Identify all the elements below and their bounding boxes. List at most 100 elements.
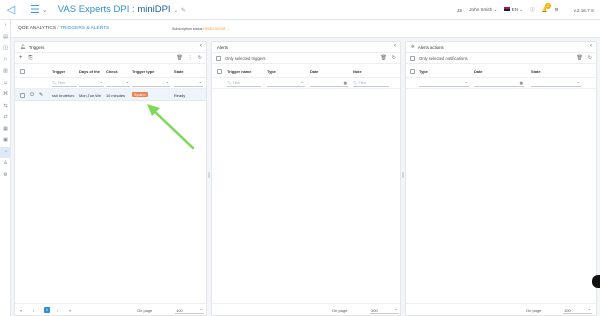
column-header[interactable]: Days of the xyxy=(79,69,100,74)
collapse-panel-icon[interactable]: ‹ xyxy=(394,43,396,49)
prev-page-icon[interactable]: ‹ xyxy=(33,308,34,313)
per-page-select[interactable]: 100 xyxy=(175,306,204,314)
note-filter-input[interactable]: 🔍︎ Filter xyxy=(353,80,389,87)
date-filter-input[interactable]: ▦ xyxy=(310,80,348,87)
current-page[interactable]: 1 xyxy=(44,307,50,313)
user-menu[interactable]: John Smith ⌄ xyxy=(469,7,497,13)
days-filter-select[interactable] xyxy=(79,80,104,87)
resize-handle[interactable] xyxy=(208,172,210,178)
column-header[interactable]: Check xyxy=(106,69,118,74)
refresh-icon[interactable]: ↻ xyxy=(392,55,396,61)
refresh-icon[interactable]: ↻ xyxy=(588,55,592,61)
top-right-controls: JS John Smith ⌄ EN ⌄ ⓘ 🔔 3 ⚙ v.2.16.7 S xyxy=(457,0,594,20)
table-row[interactable]: ⏻ ✎ ssh bruteforc Mon,Tue,We 10 minutes … xyxy=(15,89,206,101)
state-filter-select[interactable] xyxy=(531,80,581,87)
edit-row-icon[interactable]: ✎ xyxy=(39,92,43,98)
column-header[interactable]: Trigger xyxy=(52,69,65,74)
floating-help-button[interactable] xyxy=(592,275,600,288)
subscription-value[interactable]: DEMO MODE xyxy=(203,27,226,31)
days-cell: Mon,Tue,We xyxy=(79,93,102,98)
last-page-icon[interactable]: » xyxy=(69,308,71,313)
delete-icon[interactable]: 🗑︎ xyxy=(176,55,182,61)
only-selected-triggers-checkbox[interactable] xyxy=(216,55,221,61)
instance-dropdown-icon[interactable]: ⌄ xyxy=(173,8,178,14)
chevron-down-icon[interactable]: ⌄ xyxy=(42,6,48,14)
checkbox[interactable] xyxy=(20,69,25,75)
sidebar-item-settings[interactable]: ⚙ xyxy=(0,170,11,182)
sidebar-item-pcrf[interactable]: ⚐ xyxy=(0,55,11,67)
sidebar-item-dpi[interactable]: ▤ xyxy=(0,32,11,44)
trigger-name-filter-input[interactable]: 🔍︎ Filter xyxy=(227,80,261,87)
only-selected-notifications-label: Only selected notifications xyxy=(419,55,468,61)
only-selected-notifications-checkbox[interactable] xyxy=(410,55,415,61)
row-checkbox[interactable] xyxy=(20,93,25,99)
uk-flag-icon xyxy=(504,7,511,11)
select-all-checkbox[interactable] xyxy=(410,69,415,75)
collapse-panel-icon[interactable]: ‹ xyxy=(200,43,202,49)
settings-icon[interactable]: ⚙ xyxy=(555,7,559,13)
breadcrumb-root[interactable]: QOE ANALYTICS xyxy=(18,26,56,31)
column-header[interactable]: State xyxy=(531,69,541,74)
toggle-icon[interactable]: ⏻ xyxy=(30,92,34,98)
collapse-sidebar-icon[interactable]: ‹ xyxy=(0,20,11,32)
column-header[interactable]: Type xyxy=(267,69,276,74)
sidebar-item-qoe[interactable]: ◔ xyxy=(0,146,11,158)
triggers-title: Triggers xyxy=(28,44,45,50)
calendar-icon[interactable]: ▦ xyxy=(344,81,347,85)
date-filter-input[interactable]: ▦ xyxy=(474,80,524,87)
trigger-filter-input[interactable]: 🔍︎ Filter xyxy=(52,80,77,87)
columns-icon[interactable]: ⋮ xyxy=(188,55,193,61)
column-header[interactable]: Date xyxy=(474,69,482,74)
collapse-panel-icon[interactable]: ‹ xyxy=(590,43,592,49)
column-header[interactable]: State xyxy=(174,69,184,74)
state-filter-select[interactable] xyxy=(174,80,203,87)
type-filter-select[interactable] xyxy=(132,80,170,87)
per-page-select[interactable]: 100 xyxy=(563,306,592,314)
type-filter-select[interactable] xyxy=(267,80,305,87)
add-icon[interactable]: + xyxy=(19,55,23,61)
resize-handle[interactable] xyxy=(402,172,404,178)
select-all-checkbox[interactable] xyxy=(217,69,222,75)
edit-icon[interactable]: ✎ xyxy=(181,8,186,14)
hamburger-menu-icon[interactable]: ☰ xyxy=(30,3,40,16)
delete-icon[interactable]: 🗑︎ xyxy=(576,55,582,61)
sidebar-item-users[interactable]: ☺ xyxy=(0,78,11,90)
column-header[interactable]: Type xyxy=(419,69,428,74)
triggers-toolbar-right: 🗑︎ ⋮ ↻ xyxy=(176,55,202,61)
column-header[interactable]: Trigger type xyxy=(132,69,154,74)
triggers-table-header: Trigger Days of the Check Trigger type S… xyxy=(15,64,206,78)
info-icon[interactable]: ⓘ xyxy=(530,7,535,13)
sidebar-item-reports[interactable]: ▦ xyxy=(0,124,11,136)
instance-name[interactable]: miniDPI xyxy=(137,4,170,15)
checkbox[interactable] xyxy=(410,69,415,75)
sidebar-item-hotspot[interactable]: ⌘ xyxy=(0,89,11,101)
language-selector[interactable]: EN ⌄ xyxy=(504,7,523,13)
subscription-dropdown-icon[interactable]: ⌄ xyxy=(227,27,230,31)
sidebar-item-ssh[interactable]: ⇆ xyxy=(0,101,11,113)
sidebar-item-admin[interactable]: ♙ xyxy=(0,158,11,170)
notifications-button[interactable]: 🔔 3 xyxy=(542,3,551,13)
sidebar-item-billing[interactable]: ▥ xyxy=(0,66,11,78)
sidebar-item-sync[interactable]: ⇄ xyxy=(0,112,11,124)
logo-icon[interactable]: ◁ xyxy=(4,3,18,17)
select-all-checkbox[interactable] xyxy=(20,69,25,75)
refresh-icon[interactable]: ↻ xyxy=(198,55,202,61)
column-header[interactable]: Note xyxy=(353,69,362,74)
checkbox[interactable] xyxy=(217,69,222,75)
sidebar-item-servers[interactable]: ▣ xyxy=(0,135,11,147)
app-title: VAS Experts DPI : miniDPI ⌄ ✎ xyxy=(57,4,186,15)
column-header[interactable]: Date xyxy=(310,69,318,74)
checkbox[interactable] xyxy=(20,93,25,99)
next-page-icon[interactable]: › xyxy=(57,308,58,313)
first-page-icon[interactable]: « xyxy=(20,308,22,313)
notification-badge: 3 xyxy=(544,3,551,9)
check-filter-select[interactable] xyxy=(106,80,130,87)
calendar-icon[interactable]: ▦ xyxy=(520,81,523,85)
copy-icon[interactable]: ⎘ xyxy=(29,55,33,61)
type-filter-select[interactable] xyxy=(419,80,469,87)
sidebar-item-bras[interactable]: ◫ xyxy=(0,43,11,55)
per-page-select[interactable]: 100 xyxy=(370,306,399,314)
delete-icon[interactable]: 🗑︎ xyxy=(380,55,386,61)
alerts-actions-toolbar: Only selected notifications 🗑︎ ↻ xyxy=(406,53,596,64)
column-header[interactable]: Trigger name xyxy=(227,69,251,74)
